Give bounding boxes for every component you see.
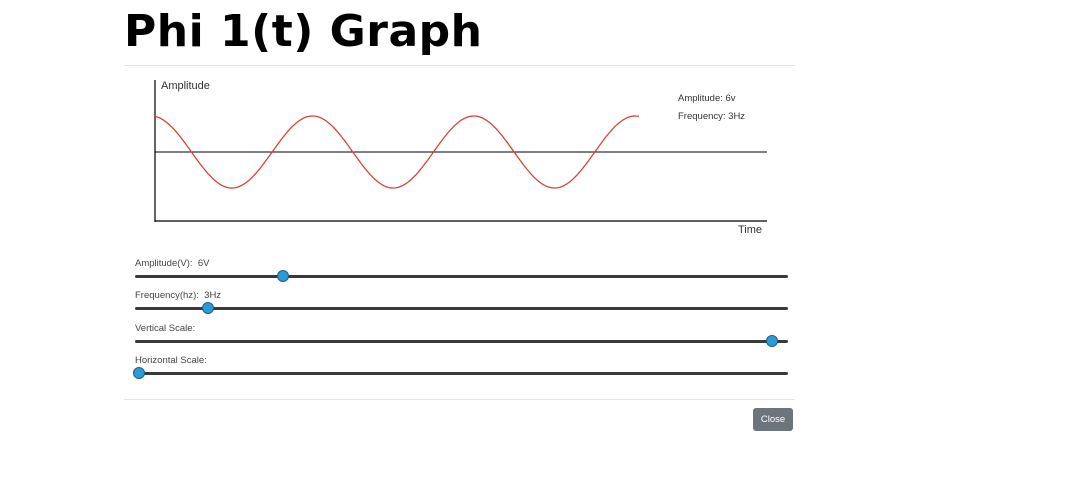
info-frequency: Frequency: 3Hz (678, 111, 745, 122)
horizontal-scale-slider-group: Horizontal Scale: (133, 354, 788, 379)
horizontal-scale-slider-thumb[interactable] (133, 367, 145, 379)
vertical-scale-slider-label: Vertical Scale: (135, 323, 196, 334)
horizontal-scale-slider-label: Horizontal Scale: (135, 355, 207, 366)
frequency-slider-group: Frequency(hz): 3Hz (135, 289, 788, 314)
info-amplitude: Amplitude: 6v (678, 93, 736, 104)
close-button[interactable]: Close (753, 408, 793, 431)
amplitude-slider-thumb[interactable] (276, 270, 289, 282)
x-axis-label: Time (738, 224, 762, 236)
frequency-slider-track[interactable] (135, 307, 788, 310)
vertical-scale-slider-thumb[interactable] (766, 335, 779, 347)
page-title: Phi 1(t) Graph (124, 6, 483, 57)
horizontal-scale-slider-track[interactable] (135, 372, 788, 375)
frequency-slider-thumb[interactable] (201, 302, 214, 314)
amplitude-slider-group: Amplitude(V): 6V (135, 257, 788, 282)
vertical-scale-slider-track[interactable] (135, 340, 788, 343)
amplitude-slider-track[interactable] (135, 275, 788, 278)
frequency-slider-label: Frequency(hz): 3Hz (135, 290, 222, 301)
graph-panel: Amplitude Time Amplitude: 6v Frequency: … (124, 65, 795, 400)
vertical-scale-slider-group: Vertical Scale: (135, 322, 788, 347)
y-axis-label: Amplitude (161, 80, 210, 92)
wave-graph: Amplitude Time Amplitude: 6v Frequency: … (154, 80, 767, 236)
amplitude-slider-label: Amplitude(V): 6V (135, 258, 210, 269)
